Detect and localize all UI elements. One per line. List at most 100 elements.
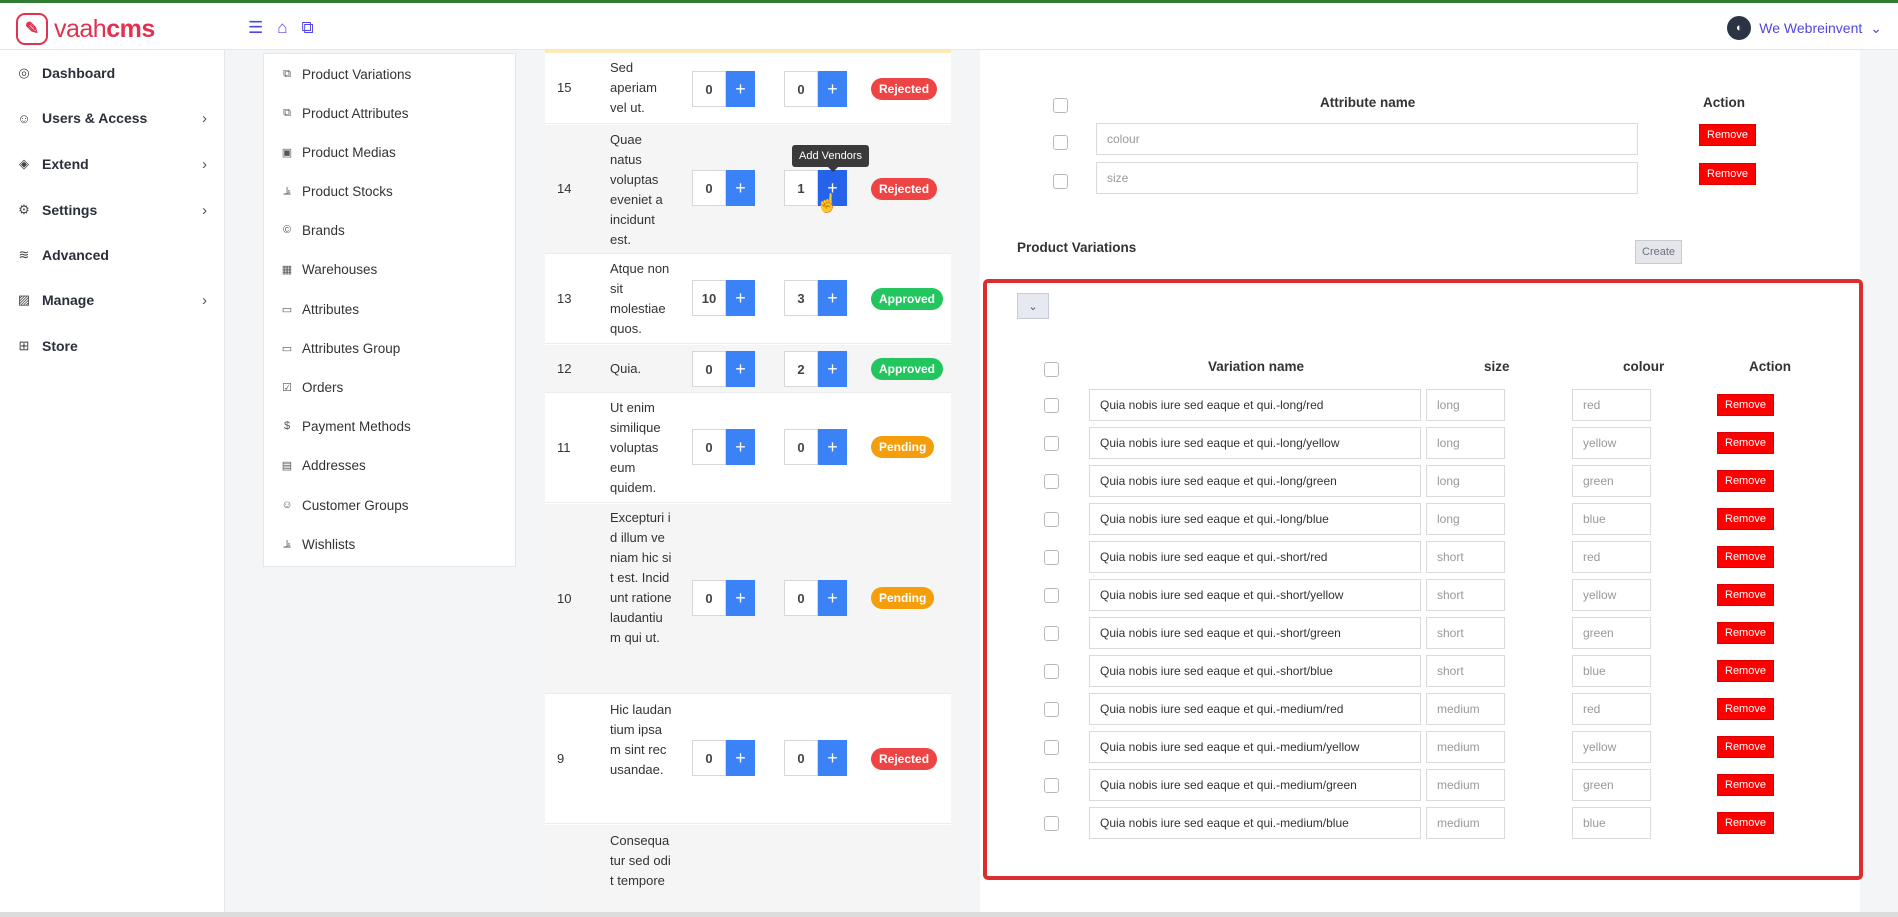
variation-colour-input[interactable]: red	[1572, 541, 1651, 573]
variation-name-input[interactable]: Quia nobis iure sed eaque et qui.-short/…	[1089, 579, 1421, 611]
remove-variation-button[interactable]: Remove	[1717, 736, 1774, 758]
variation-colour-input[interactable]: yellow	[1572, 427, 1651, 459]
variation-colour-input[interactable]: yellow	[1572, 579, 1651, 611]
submenu-item-product-stocks[interactable]: ⫡ Product Stocks	[264, 176, 515, 206]
variation-checkbox[interactable]	[1044, 550, 1059, 565]
variation-size-input[interactable]: medium	[1426, 807, 1505, 839]
submenu-item-product-variations[interactable]: ⧉ Product Variations	[264, 59, 515, 89]
add-media-button[interactable]: +	[726, 580, 755, 616]
remove-attribute-button[interactable]: Remove	[1699, 124, 1756, 146]
attribute-name-input[interactable]: colour	[1096, 123, 1638, 155]
variation-size-input[interactable]: short	[1426, 541, 1505, 573]
remove-variation-button[interactable]: Remove	[1717, 508, 1774, 530]
add-media-button[interactable]: +	[726, 351, 755, 387]
variation-colour-input[interactable]: blue	[1572, 655, 1651, 687]
table-row[interactable]: 13 Atque non sit molestiae quos. 10 + 3 + …	[545, 255, 951, 344]
sidebar-item-extend[interactable]: ◈ Extend ›	[0, 144, 225, 184]
variation-name-input[interactable]: Quia nobis iure sed eaque et qui.-medium…	[1089, 693, 1421, 725]
remove-variation-button[interactable]: Remove	[1717, 812, 1774, 834]
chevron-down-icon[interactable]: ⌄	[1017, 293, 1049, 319]
add-vendors-button[interactable]: +	[818, 429, 847, 465]
sidebar-item-manage[interactable]: ▨ Manage ›	[0, 280, 225, 320]
variation-checkbox[interactable]	[1044, 588, 1059, 603]
submenu-item-warehouses[interactable]: ▦ Warehouses	[264, 254, 515, 284]
add-vendors-button[interactable]: +	[818, 71, 847, 107]
variation-name-input[interactable]: Quia nobis iure sed eaque et qui.-long/r…	[1089, 389, 1421, 421]
variation-name-input[interactable]: Quia nobis iure sed eaque et qui.-long/g…	[1089, 465, 1421, 497]
table-row[interactable]: Consequatur sed odit tempore + +	[545, 825, 951, 917]
attribute-checkbox[interactable]	[1053, 174, 1068, 189]
submenu-item-wishlists[interactable]: ⫡ Wishlists	[264, 529, 515, 559]
horizontal-scrollbar[interactable]	[0, 912, 1898, 917]
variation-colour-input[interactable]: red	[1572, 389, 1651, 421]
variation-size-input[interactable]: short	[1426, 617, 1505, 649]
variation-checkbox[interactable]	[1044, 664, 1059, 679]
variation-checkbox[interactable]	[1044, 436, 1059, 451]
home-icon[interactable]: ⌂	[277, 19, 287, 37]
attribute-name-input[interactable]: size	[1096, 162, 1638, 194]
variation-colour-input[interactable]: green	[1572, 465, 1651, 497]
sidebar-item-users-access[interactable]: ☺ Users & Access ›	[0, 98, 225, 138]
create-variations-button[interactable]: Create	[1635, 240, 1683, 264]
variation-size-input[interactable]: long	[1426, 389, 1505, 421]
remove-variation-button[interactable]: Remove	[1717, 660, 1774, 682]
variation-checkbox[interactable]	[1044, 778, 1059, 793]
variation-checkbox[interactable]	[1044, 512, 1059, 527]
variation-name-input[interactable]: Quia nobis iure sed eaque et qui.-long/b…	[1089, 503, 1421, 535]
variation-name-input[interactable]: Quia nobis iure sed eaque et qui.-short/…	[1089, 617, 1421, 649]
variation-size-input[interactable]: long	[1426, 465, 1505, 497]
submenu-item-payment-methods[interactable]: $ Payment Methods	[264, 411, 515, 441]
variation-name-input[interactable]: Quia nobis iure sed eaque et qui.-long/y…	[1089, 427, 1421, 459]
variation-size-input[interactable]: medium	[1426, 769, 1505, 801]
variation-checkbox[interactable]	[1044, 702, 1059, 717]
remove-variation-button[interactable]: Remove	[1717, 546, 1774, 568]
remove-variation-button[interactable]: Remove	[1717, 470, 1774, 492]
remove-variation-button[interactable]: Remove	[1717, 622, 1774, 644]
sidebar-item-dashboard[interactable]: ◎ Dashboard	[0, 53, 225, 93]
add-vendors-button[interactable]: +	[818, 351, 847, 387]
sidebar-item-settings[interactable]: ⚙ Settings ›	[0, 190, 225, 230]
brand-logo[interactable]: ✎ vaahcms	[16, 13, 155, 45]
attribute-checkbox[interactable]	[1053, 135, 1068, 150]
add-media-button[interactable]: +	[726, 71, 755, 107]
variation-name-input[interactable]: Quia nobis iure sed eaque et qui.-medium…	[1089, 807, 1421, 839]
select-all-attributes-checkbox[interactable]	[1053, 98, 1068, 113]
variation-size-input[interactable]: long	[1426, 427, 1505, 459]
variation-checkbox[interactable]	[1044, 398, 1059, 413]
sidebar-item-advanced[interactable]: ≋ Advanced	[0, 235, 225, 275]
table-row[interactable]: 9 Hic laudantium ipsam sint recusandae. …	[545, 695, 951, 824]
variation-size-input[interactable]: medium	[1426, 731, 1505, 763]
remove-variation-button[interactable]: Remove	[1717, 698, 1774, 720]
remove-variation-button[interactable]: Remove	[1717, 584, 1774, 606]
variation-colour-input[interactable]: green	[1572, 769, 1651, 801]
variation-size-input[interactable]: long	[1426, 503, 1505, 535]
table-row[interactable]: 14 Quae natus voluptas eveniet a incidun…	[545, 125, 951, 254]
external-link-icon[interactable]: ⧉	[302, 19, 314, 37]
variation-size-input[interactable]: medium	[1426, 693, 1505, 725]
add-media-button[interactable]: +	[726, 429, 755, 465]
add-vendors-button[interactable]: +	[818, 740, 847, 776]
select-all-variations-checkbox[interactable]	[1044, 362, 1059, 377]
add-media-button[interactable]: +	[726, 740, 755, 776]
variation-size-input[interactable]: short	[1426, 655, 1505, 687]
add-vendors-button[interactable]: +	[818, 280, 847, 316]
variation-colour-input[interactable]: green	[1572, 617, 1651, 649]
remove-attribute-button[interactable]: Remove	[1699, 163, 1756, 185]
submenu-item-attributes-group[interactable]: ▭ Attributes Group	[264, 333, 515, 363]
submenu-item-product-medias[interactable]: ▣ Product Medias	[264, 137, 515, 167]
user-menu[interactable]: ◐ We Webreinvent ⌄	[1727, 16, 1882, 40]
menu-icon[interactable]: ☰	[248, 19, 263, 37]
table-row[interactable]: 15 Sed aperiam vel ut. 0 + 0 + Rejected	[545, 53, 951, 124]
variation-colour-input[interactable]: red	[1572, 693, 1651, 725]
remove-variation-button[interactable]: Remove	[1717, 432, 1774, 454]
add-media-button[interactable]: +	[726, 280, 755, 316]
add-vendors-button[interactable]: +	[818, 580, 847, 616]
variation-name-input[interactable]: Quia nobis iure sed eaque et qui.-medium…	[1089, 731, 1421, 763]
table-row[interactable]: 10 Excepturi id illum veniam hic sit est…	[545, 504, 951, 694]
variation-name-input[interactable]: Quia nobis iure sed eaque et qui.-short/…	[1089, 655, 1421, 687]
variation-checkbox[interactable]	[1044, 816, 1059, 831]
add-media-button[interactable]: +	[726, 170, 755, 206]
submenu-item-brands[interactable]: © Brands	[264, 215, 515, 245]
variation-colour-input[interactable]: blue	[1572, 503, 1651, 535]
variation-checkbox[interactable]	[1044, 740, 1059, 755]
